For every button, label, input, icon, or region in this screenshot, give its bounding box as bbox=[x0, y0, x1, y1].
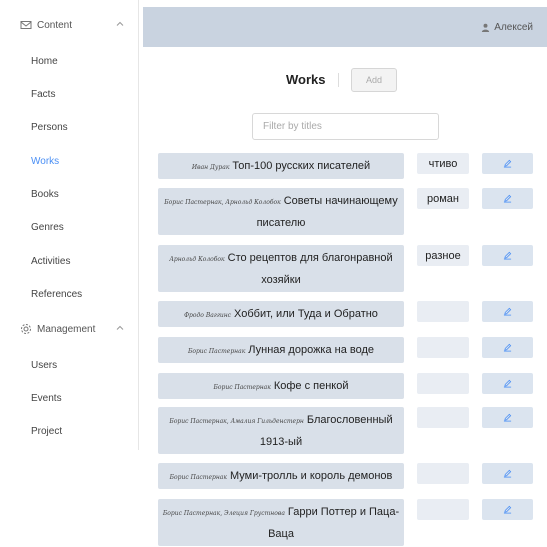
work-title-cell[interactable]: Борис Пастернак, Арнольд Колобок Советы н… bbox=[158, 188, 404, 235]
pencil-icon bbox=[503, 505, 512, 514]
work-author: Иван Дурак bbox=[191, 164, 230, 171]
sidebar-item-works[interactable]: Works bbox=[31, 156, 59, 167]
edit-button[interactable] bbox=[482, 188, 533, 209]
edit-button[interactable] bbox=[482, 499, 533, 520]
page-title: Works bbox=[286, 72, 326, 87]
work-genre: разное bbox=[417, 245, 469, 266]
pencil-icon bbox=[503, 194, 512, 203]
add-button[interactable]: Add bbox=[351, 68, 397, 92]
edit-button[interactable] bbox=[482, 153, 533, 174]
work-genre bbox=[417, 499, 469, 520]
work-author: Борис Пастернак, Амалия Гильденстерн bbox=[169, 418, 304, 425]
work-title: Гарри Поттер и Паца-Ваца bbox=[268, 506, 400, 540]
sidebar-item-events[interactable]: Events bbox=[31, 393, 62, 404]
work-title: Сто рецептов для благонравной хозяйки bbox=[227, 252, 393, 286]
top-header: Алексей bbox=[143, 7, 547, 47]
work-genre: чтиво bbox=[417, 153, 469, 174]
work-title-cell[interactable]: Борис Пастернак Лунная дорожка на воде bbox=[158, 337, 404, 363]
filter-input[interactable] bbox=[252, 113, 439, 140]
work-author: Борис Пастернак bbox=[213, 384, 271, 391]
pencil-icon bbox=[503, 469, 512, 478]
user-name: Алексей bbox=[494, 22, 533, 33]
pencil-icon bbox=[503, 307, 512, 316]
gear-icon bbox=[21, 324, 31, 334]
work-title: Топ-100 русских писателей bbox=[232, 160, 371, 172]
sidebar: Content Home Facts Persons Works Books G… bbox=[0, 0, 139, 450]
management-group-header[interactable]: Management bbox=[0, 317, 139, 341]
pencil-icon bbox=[503, 343, 512, 352]
sidebar-item-facts[interactable]: Facts bbox=[31, 89, 55, 100]
work-title: Лунная дорожка на воде bbox=[248, 344, 375, 356]
work-author: Фродо Ваггинс bbox=[184, 312, 232, 319]
sidebar-item-genres[interactable]: Genres bbox=[31, 222, 64, 233]
pencil-icon bbox=[503, 413, 512, 422]
edit-button[interactable] bbox=[482, 245, 533, 266]
edit-button[interactable] bbox=[482, 373, 533, 394]
sidebar-item-activities[interactable]: Activities bbox=[31, 256, 70, 267]
sidebar-item-references[interactable]: References bbox=[31, 289, 82, 300]
work-title-cell[interactable]: Борис Пастернак, Амалия Гильденстерн Благ… bbox=[158, 407, 404, 454]
pencil-icon bbox=[503, 159, 512, 168]
work-title: Муми-тролль и король демонов bbox=[229, 470, 393, 482]
work-author: Борис Пастернак bbox=[169, 474, 227, 481]
sidebar-item-persons[interactable]: Persons bbox=[31, 122, 68, 133]
work-title-cell[interactable]: Борис Пастернак Кофе с пенкой bbox=[158, 373, 404, 399]
work-title-cell[interactable]: Фродо Ваггинс Хоббит, или Туда и Обратно bbox=[158, 301, 404, 327]
chevron-up-icon bbox=[116, 325, 124, 330]
content-group-header[interactable]: Content bbox=[0, 13, 139, 37]
sidebar-item-users[interactable]: Users bbox=[31, 360, 57, 371]
sidebar-item-home[interactable]: Home bbox=[31, 56, 58, 67]
work-title: Кофе с пенкой bbox=[273, 380, 349, 392]
work-author: Борис Пастернак bbox=[187, 348, 246, 355]
sidebar-item-books[interactable]: Books bbox=[31, 189, 59, 200]
work-genre bbox=[417, 301, 469, 322]
work-title-cell[interactable]: Арнольд Колобок Сто рецептов для благонра… bbox=[158, 245, 404, 292]
work-author: Борис Пастернак, Арнольд Колобок bbox=[164, 199, 281, 206]
user-menu[interactable]: Алексей bbox=[481, 22, 533, 33]
management-group-label: Management bbox=[37, 323, 96, 335]
pencil-icon bbox=[503, 251, 512, 260]
work-genre: роман bbox=[417, 188, 469, 209]
chevron-up-icon bbox=[116, 21, 124, 26]
work-author: Арнольд Колобок bbox=[169, 256, 225, 263]
edit-button[interactable] bbox=[482, 337, 533, 358]
work-title: Хоббит, или Туда и Обратно bbox=[234, 308, 378, 320]
edit-button[interactable] bbox=[482, 463, 533, 484]
user-icon bbox=[482, 23, 490, 32]
mail-icon bbox=[20, 21, 32, 29]
content-group-label: Content bbox=[37, 19, 73, 31]
work-title-cell[interactable]: Иван Дурак Топ-100 русских писателей bbox=[158, 153, 404, 179]
sidebar-item-project[interactable]: Project bbox=[31, 426, 62, 437]
pencil-icon bbox=[503, 379, 512, 388]
work-title-cell[interactable]: Борис Пастернак, Элеция Грустнова Гарри П… bbox=[158, 499, 404, 546]
work-author: Борис Пастернак, Элеция Грустнова bbox=[162, 510, 285, 517]
edit-button[interactable] bbox=[482, 301, 533, 322]
work-title-cell[interactable]: Борис Пастернак Муми-тролль и король демо… bbox=[158, 463, 404, 489]
edit-button[interactable] bbox=[482, 407, 533, 428]
work-genre bbox=[417, 373, 469, 394]
work-genre bbox=[417, 337, 469, 358]
title-divider bbox=[338, 73, 339, 87]
work-genre bbox=[417, 463, 469, 484]
work-genre bbox=[417, 407, 469, 428]
